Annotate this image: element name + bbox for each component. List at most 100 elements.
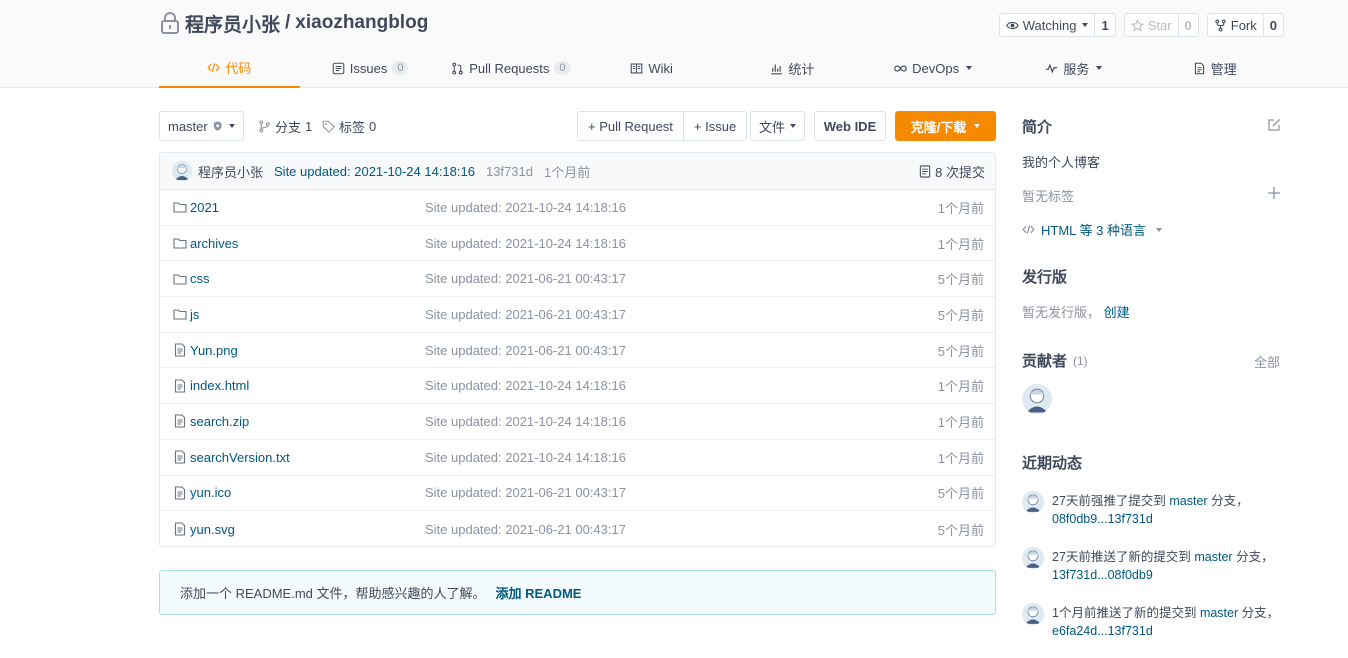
avatar[interactable] — [1022, 491, 1044, 513]
latest-commit-bar: 程序员小张 Site updated: 2021-10-24 14:18:16 … — [160, 153, 995, 190]
file-row[interactable]: search.zip Site updated: 2021-10-24 14:18… — [160, 404, 995, 440]
activity-text: 27天前推送了新的提交到 master 分支， 13f731d...08f0db9 — [1052, 548, 1284, 584]
tab-devops[interactable]: DevOps — [863, 48, 1004, 88]
repo-owner-link[interactable]: 程序员小张 — [185, 10, 280, 37]
activity-branch-link[interactable]: master — [1200, 606, 1238, 620]
activity-commits-link[interactable]: 13f731d...08f0db9 — [1052, 568, 1153, 582]
file-button-label: 文件 — [758, 119, 785, 135]
file-commit-message[interactable]: Site updated: 2021-10-24 14:18:16 — [425, 450, 626, 465]
file-icon — [173, 522, 187, 536]
file-commit-message[interactable]: Site updated: 2021-10-24 14:18:16 — [425, 236, 626, 251]
clone-download-button[interactable]: 克隆/下载 — [895, 111, 996, 141]
add-readme-link[interactable]: 添加 README — [496, 583, 582, 602]
tab-service[interactable]: 服务 — [1004, 48, 1145, 88]
activity-branch-suffix: 分支， — [1238, 606, 1280, 620]
file-commit-message[interactable]: Site updated: 2021-06-21 00:43:17 — [425, 522, 626, 537]
new-pull-request-button[interactable]: + Pull Request — [578, 112, 683, 140]
activity-branch-link[interactable]: master — [1194, 550, 1232, 564]
code-icon — [1022, 225, 1035, 234]
file-row[interactable]: searchVersion.txt Site updated: 2021-10-2… — [160, 440, 995, 476]
file-row[interactable]: Yun.png Site updated: 2021-06-21 00:43:17… — [160, 333, 995, 369]
branch-selector[interactable]: master — [159, 111, 244, 141]
commit-message[interactable]: Site updated: 2021-10-24 14:18:16 — [274, 164, 475, 179]
branches-link[interactable]: 分支 1 — [258, 111, 312, 141]
watch-button[interactable]: Watching 1 — [998, 13, 1116, 37]
commits-icon — [920, 165, 931, 178]
languages-dropdown[interactable]: HTML 等 3 种语言 — [1022, 220, 1162, 239]
activity-commits-link[interactable]: 08f0db9...13f731d — [1052, 512, 1153, 526]
file-name-link[interactable]: yun.svg — [190, 522, 235, 537]
file-row[interactable]: yun.svg Site updated: 2021-06-21 00:43:17… — [160, 511, 995, 547]
repo-name-link[interactable]: xiaozhangblog — [295, 12, 428, 34]
file-name-link[interactable]: search.zip — [190, 414, 249, 429]
avatar[interactable] — [1022, 547, 1044, 569]
file-row[interactable]: css Site updated: 2021-06-21 00:43:17 5个月前 — [160, 261, 995, 298]
new-issue-button[interactable]: + Issue — [682, 112, 746, 140]
file-name-link[interactable]: searchVersion.txt — [190, 450, 290, 465]
tags-link[interactable]: 标签 0 — [322, 111, 376, 141]
commit-sha[interactable]: 13f731d — [486, 164, 533, 179]
activity-item: 27天前推送了新的提交到 master 分支， 13f731d...08f0db9 — [1022, 547, 1284, 584]
create-release-link[interactable]: 创建 — [1104, 305, 1130, 320]
file-commit-message[interactable]: Site updated: 2021-06-21 00:43:17 — [425, 307, 626, 322]
file-commit-message[interactable]: Site updated: 2021-06-21 00:43:17 — [425, 271, 626, 286]
file-row[interactable]: js Site updated: 2021-06-21 00:43:17 5个月前 — [160, 297, 995, 333]
file-row[interactable]: index.html Site updated: 2021-10-24 14:18… — [160, 368, 995, 405]
eye-icon — [1005, 21, 1019, 29]
no-tags-text: 暂无标签 — [1022, 189, 1075, 204]
no-release-text: 暂无发行版， — [1022, 305, 1101, 320]
watch-count[interactable]: 1 — [1094, 14, 1114, 36]
activity-branch-link[interactable]: master — [1169, 494, 1207, 508]
file-dropdown-button[interactable]: 文件 — [750, 111, 805, 141]
file-row[interactable]: 2021 Site updated: 2021-10-24 14:18:16 1个月… — [160, 190, 995, 226]
intro-text: 我的个人博客 — [1022, 155, 1101, 170]
file-commit-message[interactable]: Site updated: 2021-10-24 14:18:16 — [425, 378, 626, 393]
web-ide-button[interactable]: Web IDE — [814, 111, 886, 141]
file-commit-message[interactable]: Site updated: 2021-06-21 00:43:17 — [425, 485, 626, 500]
activity-commits-link[interactable]: e6fa24d...13f731d — [1052, 624, 1153, 638]
pull-request-icon — [452, 62, 463, 74]
avatar[interactable] — [1022, 603, 1044, 625]
folder-icon — [173, 200, 187, 214]
fork-button[interactable]: Fork 0 — [1206, 13, 1284, 37]
commits-count-link[interactable]: 8 次提交 — [919, 153, 985, 190]
branch-name: master — [168, 118, 208, 134]
file-commit-message[interactable]: Site updated: 2021-10-24 14:18:16 — [425, 200, 626, 215]
avatar-image — [1022, 547, 1044, 569]
file-name-link[interactable]: yun.ico — [190, 485, 231, 500]
fork-count[interactable]: 0 — [1262, 14, 1283, 36]
tab-pull-requests[interactable]: Pull Requests 0 — [441, 48, 582, 88]
repo-header: 程序员小张 / xiaozhangblog Watching 1 Star 0 … — [0, 0, 1348, 88]
file-row[interactable]: yun.ico Site updated: 2021-06-21 00:43:17… — [160, 476, 995, 512]
activity-branch-suffix: 分支， — [1232, 550, 1274, 564]
add-tag-icon[interactable] — [1267, 186, 1281, 200]
file-name-link[interactable]: archives — [190, 236, 238, 251]
tab-wiki[interactable]: Wiki — [581, 48, 722, 88]
file-commit-message[interactable]: Site updated: 2021-06-21 00:43:17 — [425, 343, 626, 358]
star-button[interactable]: Star 0 — [1123, 13, 1199, 37]
file-name-link[interactable]: 2021 — [190, 200, 219, 215]
chevron-down-icon — [966, 66, 973, 70]
avatar-image — [1022, 384, 1052, 414]
code-icon — [207, 62, 220, 72]
tags-count: 0 — [369, 118, 377, 134]
file-name-link[interactable]: Yun.png — [190, 343, 238, 358]
edit-icon[interactable] — [1267, 118, 1281, 132]
tab-issues[interactable]: Issues 0 — [300, 48, 441, 88]
tab-label: Issues — [349, 60, 388, 76]
file-commit-message[interactable]: Site updated: 2021-10-24 14:18:16 — [425, 414, 626, 429]
contributor-avatar[interactable] — [1022, 384, 1052, 414]
tab-stats[interactable]: 统计 — [722, 48, 863, 88]
file-row[interactable]: archives Site updated: 2021-10-24 14:18:1… — [160, 226, 995, 262]
file-name-link[interactable]: css — [190, 271, 210, 286]
all-contributors-link[interactable]: 全部 — [1254, 352, 1280, 371]
file-name-link[interactable]: js — [190, 307, 199, 322]
file-icon — [173, 343, 187, 357]
file-name-link[interactable]: index.html — [190, 378, 249, 393]
avatar[interactable] — [172, 161, 192, 181]
activity-text: 1个月前推送了新的提交到 master 分支， e6fa24d...13f731d — [1052, 604, 1284, 640]
tab-code[interactable]: 代码 — [159, 48, 300, 88]
tab-manage[interactable]: 管理 — [1144, 48, 1285, 88]
star-count[interactable]: 0 — [1177, 14, 1198, 36]
commit-author[interactable]: 程序员小张 — [198, 162, 263, 181]
